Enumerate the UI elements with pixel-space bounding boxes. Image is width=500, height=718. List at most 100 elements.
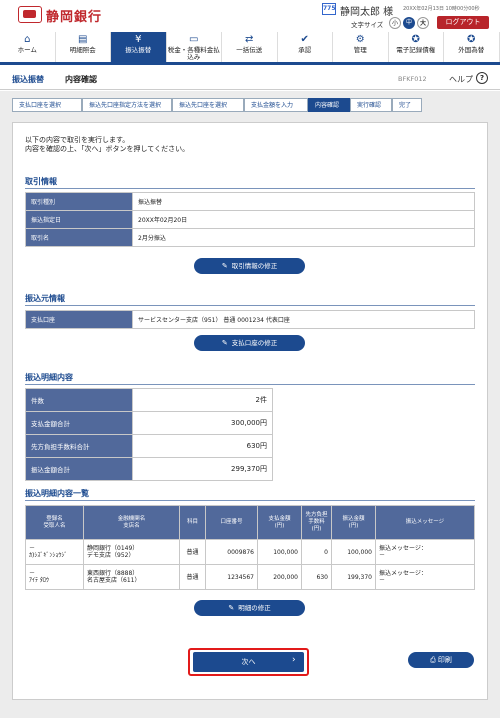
manage-icon: ⚙ <box>355 34 365 45</box>
col-header: 先方負担 手数料 (円) <box>301 505 332 540</box>
intro-text: 内容を確認の上、「次へ」ボタンを押してください。 <box>25 145 190 153</box>
document-icon: ▤ <box>78 34 88 45</box>
col-header: 科目 <box>179 505 206 540</box>
nav-foreign-exchange[interactable]: ✪ 外国為替 <box>444 32 500 62</box>
page-title: 内容確認 <box>65 75 97 84</box>
table-row: 件数 2件 <box>25 388 273 412</box>
section-divider <box>25 384 475 385</box>
payee-name: ｱｲﾃ ﾀﾛｳ <box>29 577 49 584</box>
table-row: 振込指定日 20XX年02月20日 <box>25 210 475 229</box>
edit-source-account-button[interactable]: ✎ 支払口座の修正 <box>194 335 305 351</box>
screen-id: BFKF012 <box>398 75 427 83</box>
font-size-large-button[interactable]: 大 <box>417 17 429 29</box>
registered-name: － <box>29 545 36 552</box>
row-value: 2月分振込 <box>132 228 475 247</box>
bank-logo-icon <box>18 6 42 23</box>
font-size-medium-button[interactable]: 中 <box>403 17 415 29</box>
nav-statements[interactable]: ▤ 明細照会 <box>56 32 111 62</box>
bank-name: 東西銀行（8888） <box>87 570 139 577</box>
col-header: 金融機関名 支店名 <box>83 505 180 540</box>
step-confirm: 内容確認 <box>308 98 350 112</box>
nav-bulk-transfer[interactable]: ⇄ 一括伝送 <box>222 32 278 62</box>
table-row: 取引名 2月分振込 <box>25 228 475 247</box>
row-label: 取引種別 <box>25 192 133 211</box>
font-size-label: 文字サイズ <box>351 21 384 29</box>
row-value: 2件 <box>132 388 273 412</box>
col-header: 振込メッセージ <box>375 505 475 540</box>
payee-name: ｶ)ｼｽﾞｷﾞﾝｼｮｳｼﾞ <box>29 552 68 559</box>
section-title-source-info: 振込元情報 <box>25 294 65 303</box>
col-header: 口座番号 <box>205 505 258 540</box>
global-nav: ⌂ ホーム ▤ 明細照会 ¥ 振込振替 ▭ 税金・各種料金払込み ⇄ 一括伝送 ✔ 承認 ⚙… <box>0 32 500 65</box>
last-login: 20XX年02月13日 10時00分00秒 <box>403 6 480 12</box>
bank-name: 静岡銀行（0149） <box>87 545 139 552</box>
cell-account: 1234567 <box>205 564 258 590</box>
message-label: 振込メッセージ： <box>379 570 427 577</box>
pencil-icon: ✎ <box>228 604 235 612</box>
edit-details-button[interactable]: ✎ 明細の修正 <box>194 600 305 616</box>
forex-icon: ✪ <box>467 34 476 45</box>
edit-trade-info-button[interactable]: ✎ 取引情報の修正 <box>194 258 305 274</box>
nav-tax-payment[interactable]: ▭ 税金・各種料金払込み <box>167 32 222 62</box>
branch-name: デモ支店（952） <box>87 552 135 559</box>
table-header-row: 登録名 受取人名 金融機関名 支店名 科目 口座番号 支払金額 (円) 先方負担… <box>25 505 475 540</box>
step-complete: 完了 <box>392 98 422 112</box>
row-label: 支払口座 <box>25 310 133 329</box>
cell-type: 普通 <box>179 539 206 565</box>
message-value: － <box>379 577 386 584</box>
step-select-method: 振込先口座指定方法を選択 <box>82 98 172 112</box>
home-icon: ⌂ <box>24 34 31 45</box>
next-button[interactable]: 次へ <box>193 652 304 672</box>
table-row: 取引種別 振込振替 <box>25 192 475 211</box>
row-label: 件数 <box>25 388 133 412</box>
row-label: 振込金額合計 <box>25 457 133 481</box>
help-link[interactable]: ヘルプ <box>449 74 473 85</box>
detail-summary-table: 件数 2件 支払金額合計 300,000円 先方負担手数料合計 630円 振込金額合計… <box>25 388 273 481</box>
cell-message: 振込メッセージ：－ <box>375 539 475 565</box>
row-value: 20XX年02月20日 <box>132 210 475 229</box>
cell-bank: 静岡銀行（0149） デモ支店（952） <box>83 539 180 565</box>
nav-approval[interactable]: ✔ 承認 <box>278 32 333 62</box>
row-label: 先方負担手数料合計 <box>25 434 133 458</box>
nav-management[interactable]: ⚙ 管理 <box>333 32 389 62</box>
table-row: 支払金額合計 300,000円 <box>25 411 273 435</box>
col-header: 登録名 受取人名 <box>25 505 84 540</box>
printer-icon: ⎙ <box>430 656 438 664</box>
font-size-small-button[interactable]: 小 <box>389 17 401 29</box>
help-icon[interactable]: ? <box>476 72 488 84</box>
section-title-trade-info: 取引情報 <box>25 177 57 186</box>
col-header: 支払金額 (円) <box>257 505 302 540</box>
trade-info-table: 取引種別 振込振替 振込指定日 20XX年02月20日 取引名 2月分振込 <box>25 192 475 247</box>
nav-transfer[interactable]: ¥ 振込振替 <box>111 32 167 62</box>
table-row: 振込金額合計 299,370円 <box>25 457 273 481</box>
nav-electronic-claims[interactable]: ✪ 電子記録債権 <box>389 32 444 62</box>
source-info-table: 支払口座 サービスセンター支店（951） 普通 0001234 代表口座 <box>25 310 475 329</box>
section-divider <box>25 305 475 306</box>
logout-button[interactable]: ログアウト <box>437 16 489 29</box>
cell-payee: －ｱｲﾃ ﾀﾛｳ <box>25 564 84 590</box>
detail-list-table: 登録名 受取人名 金融機関名 支店名 科目 口座番号 支払金額 (円) 先方負担… <box>25 505 475 590</box>
cell-bank: 東西銀行（8888） 名古屋支店（611） <box>83 564 180 590</box>
row-value: サービスセンター支店（951） 普通 0001234 代表口座 <box>132 310 475 329</box>
card-icon: ▭ <box>189 34 199 45</box>
table-row: －ｱｲﾃ ﾀﾛｳ 東西銀行（8888） 名古屋支店（611） 普通 1234567… <box>25 564 475 590</box>
nav-home[interactable]: ⌂ ホーム <box>0 32 56 62</box>
cell-fee: 630 <box>301 564 332 590</box>
cell-payee: －ｶ)ｼｽﾞｷﾞﾝｼｮｳｼﾞ <box>25 539 84 565</box>
branch-name: 名古屋支店（611） <box>87 577 141 584</box>
row-label: 支払金額合計 <box>25 411 133 435</box>
row-value: 振込振替 <box>132 192 475 211</box>
button-label: 支払口座の修正 <box>231 339 278 347</box>
header: 静岡銀行 775 静岡太郎 様 20XX年02月13日 10時00分00秒 文字… <box>0 0 500 30</box>
row-label: 振込指定日 <box>25 210 133 229</box>
yen-icon: ¥ <box>135 34 142 45</box>
col-header: 振込金額 (円) <box>331 505 376 540</box>
title-bar: 振込振替 内容確認 BFKF012 ヘルプ ? <box>0 67 500 90</box>
step-select-source: 支払口座を選択 <box>12 98 82 112</box>
user-tag: 775 <box>322 3 336 15</box>
cell-type: 普通 <box>179 564 206 590</box>
section-divider <box>25 188 475 189</box>
pencil-icon: ✎ <box>221 339 228 347</box>
row-value: 300,000円 <box>132 411 273 435</box>
print-button[interactable]: ⎙ 印刷 <box>408 652 474 668</box>
